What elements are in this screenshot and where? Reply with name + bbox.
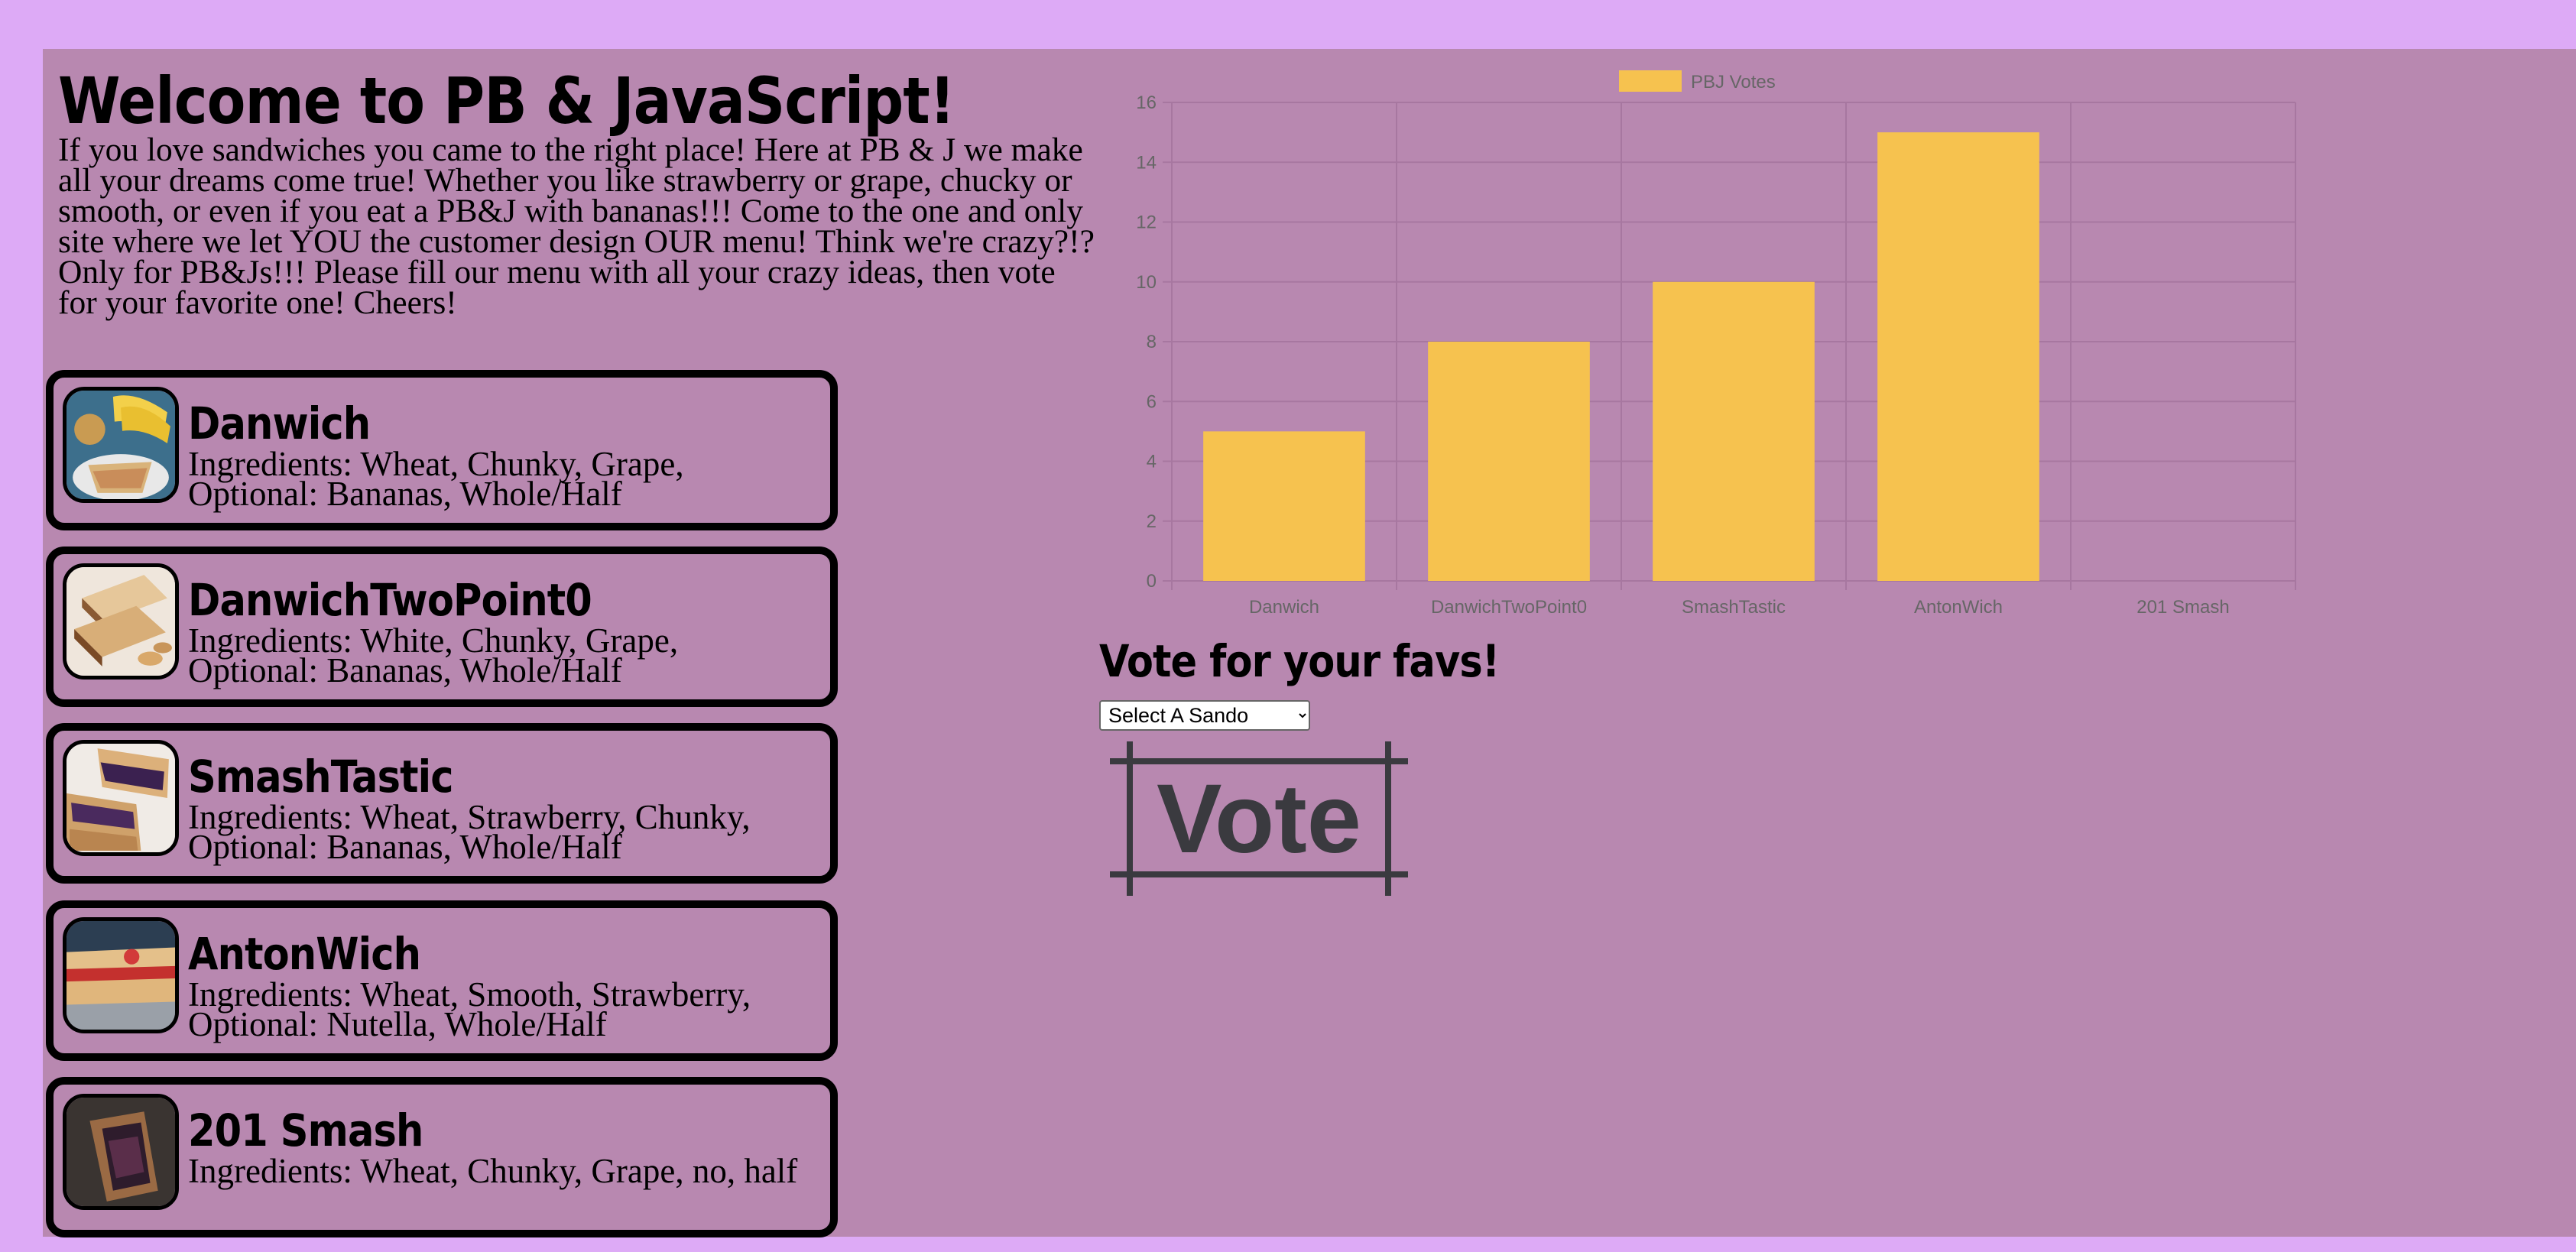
x-tick-label: Danwich	[1249, 597, 1319, 618]
x-tick-label: 201 Smash	[2136, 597, 2229, 618]
sandwich-card: SmashTastic Ingredients: Wheat, Strawber…	[46, 723, 838, 884]
stacked-sandwich-photo-icon	[63, 563, 179, 680]
x-tick-label: SmashTastic	[1682, 597, 1786, 618]
legend-label: PBJ Votes	[1691, 72, 1776, 92]
sandwich-ingredients: Ingredients: Wheat, Chunky, Grape, no, h…	[188, 1152, 798, 1190]
intro-text: If you love sandwiches you came to the r…	[58, 131, 1095, 321]
y-tick-label: 8	[1147, 332, 1157, 352]
sando-select[interactable]: Select A Sando	[1099, 700, 1310, 731]
vote-heading: Vote for your favs!	[1099, 635, 1500, 687]
x-tick-label: DanwichTwoPoint0	[1431, 597, 1587, 618]
y-tick-label: 6	[1147, 391, 1157, 412]
bar	[1877, 132, 2039, 581]
sandwich-ingredients: Ingredients: Wheat, Smooth, Strawberry, …	[188, 975, 751, 1043]
sandwich-name: SmashTastic	[188, 751, 454, 803]
main-panel: Welcome to PB & JavaScript! If you love …	[43, 49, 2576, 1237]
legend-swatch	[1619, 70, 1682, 92]
sandwich-ingredients: Ingredients: White, Chunky, Grape, Optio…	[188, 621, 679, 689]
sandwich-name: DanwichTwoPoint0	[188, 574, 592, 626]
strawberry-sandwich-photo-icon	[63, 917, 179, 1033]
sandwich-with-bananas-photo-icon	[63, 387, 179, 503]
bar	[1203, 431, 1365, 581]
votes-chart-svg: 0 2 4 6 8 10 12 14 16 Danwich DanwichTwoPoint0 Smas…	[1136, 70, 2296, 618]
y-tick-label: 14	[1136, 152, 1157, 173]
y-tick-label: 2	[1147, 511, 1157, 532]
sandwich-card: DanwichTwoPoint0 Ingredients: White, Chu…	[46, 547, 838, 707]
vote-button[interactable]: Vote	[1110, 738, 1408, 899]
y-tick-label: 4	[1147, 452, 1157, 472]
sandwich-card: 201 Smash Ingredients: Wheat, Chunky, Gr…	[46, 1077, 838, 1237]
dark-sandwich-photo-icon	[63, 1094, 179, 1210]
y-tick-label: 0	[1147, 571, 1157, 592]
y-tick-label: 12	[1136, 212, 1157, 233]
sandwich-ingredients: Ingredients: Wheat, Chunky, Grape, Optio…	[188, 445, 684, 513]
vote-button-label: Vote	[1157, 764, 1361, 874]
page-title: Welcome to PB & JavaScript!	[58, 63, 955, 138]
sandwich-ingredients: Ingredients: Wheat, Strawberry, Chunky, …	[188, 798, 751, 866]
bar	[1428, 342, 1590, 581]
sandwich-card: Danwich Ingredients: Wheat, Chunky, Grap…	[46, 370, 838, 530]
bar	[1653, 281, 1815, 581]
sandwich-card: AntonWich Ingredients: Wheat, Smooth, St…	[46, 900, 838, 1061]
sandwich-name: AntonWich	[188, 928, 421, 980]
sandwich-name: Danwich	[188, 397, 371, 449]
x-tick-label: AntonWich	[1914, 597, 2003, 618]
votes-chart: 0 2 4 6 8 10 12 14 16 Danwich DanwichTwoPoint0 Smas…	[1098, 55, 2336, 636]
sandwich-name: 201 Smash	[188, 1104, 423, 1156]
y-tick-label: 10	[1136, 272, 1157, 293]
jelly-sandwich-photo-icon	[63, 740, 179, 856]
y-tick-label: 16	[1136, 92, 1157, 113]
